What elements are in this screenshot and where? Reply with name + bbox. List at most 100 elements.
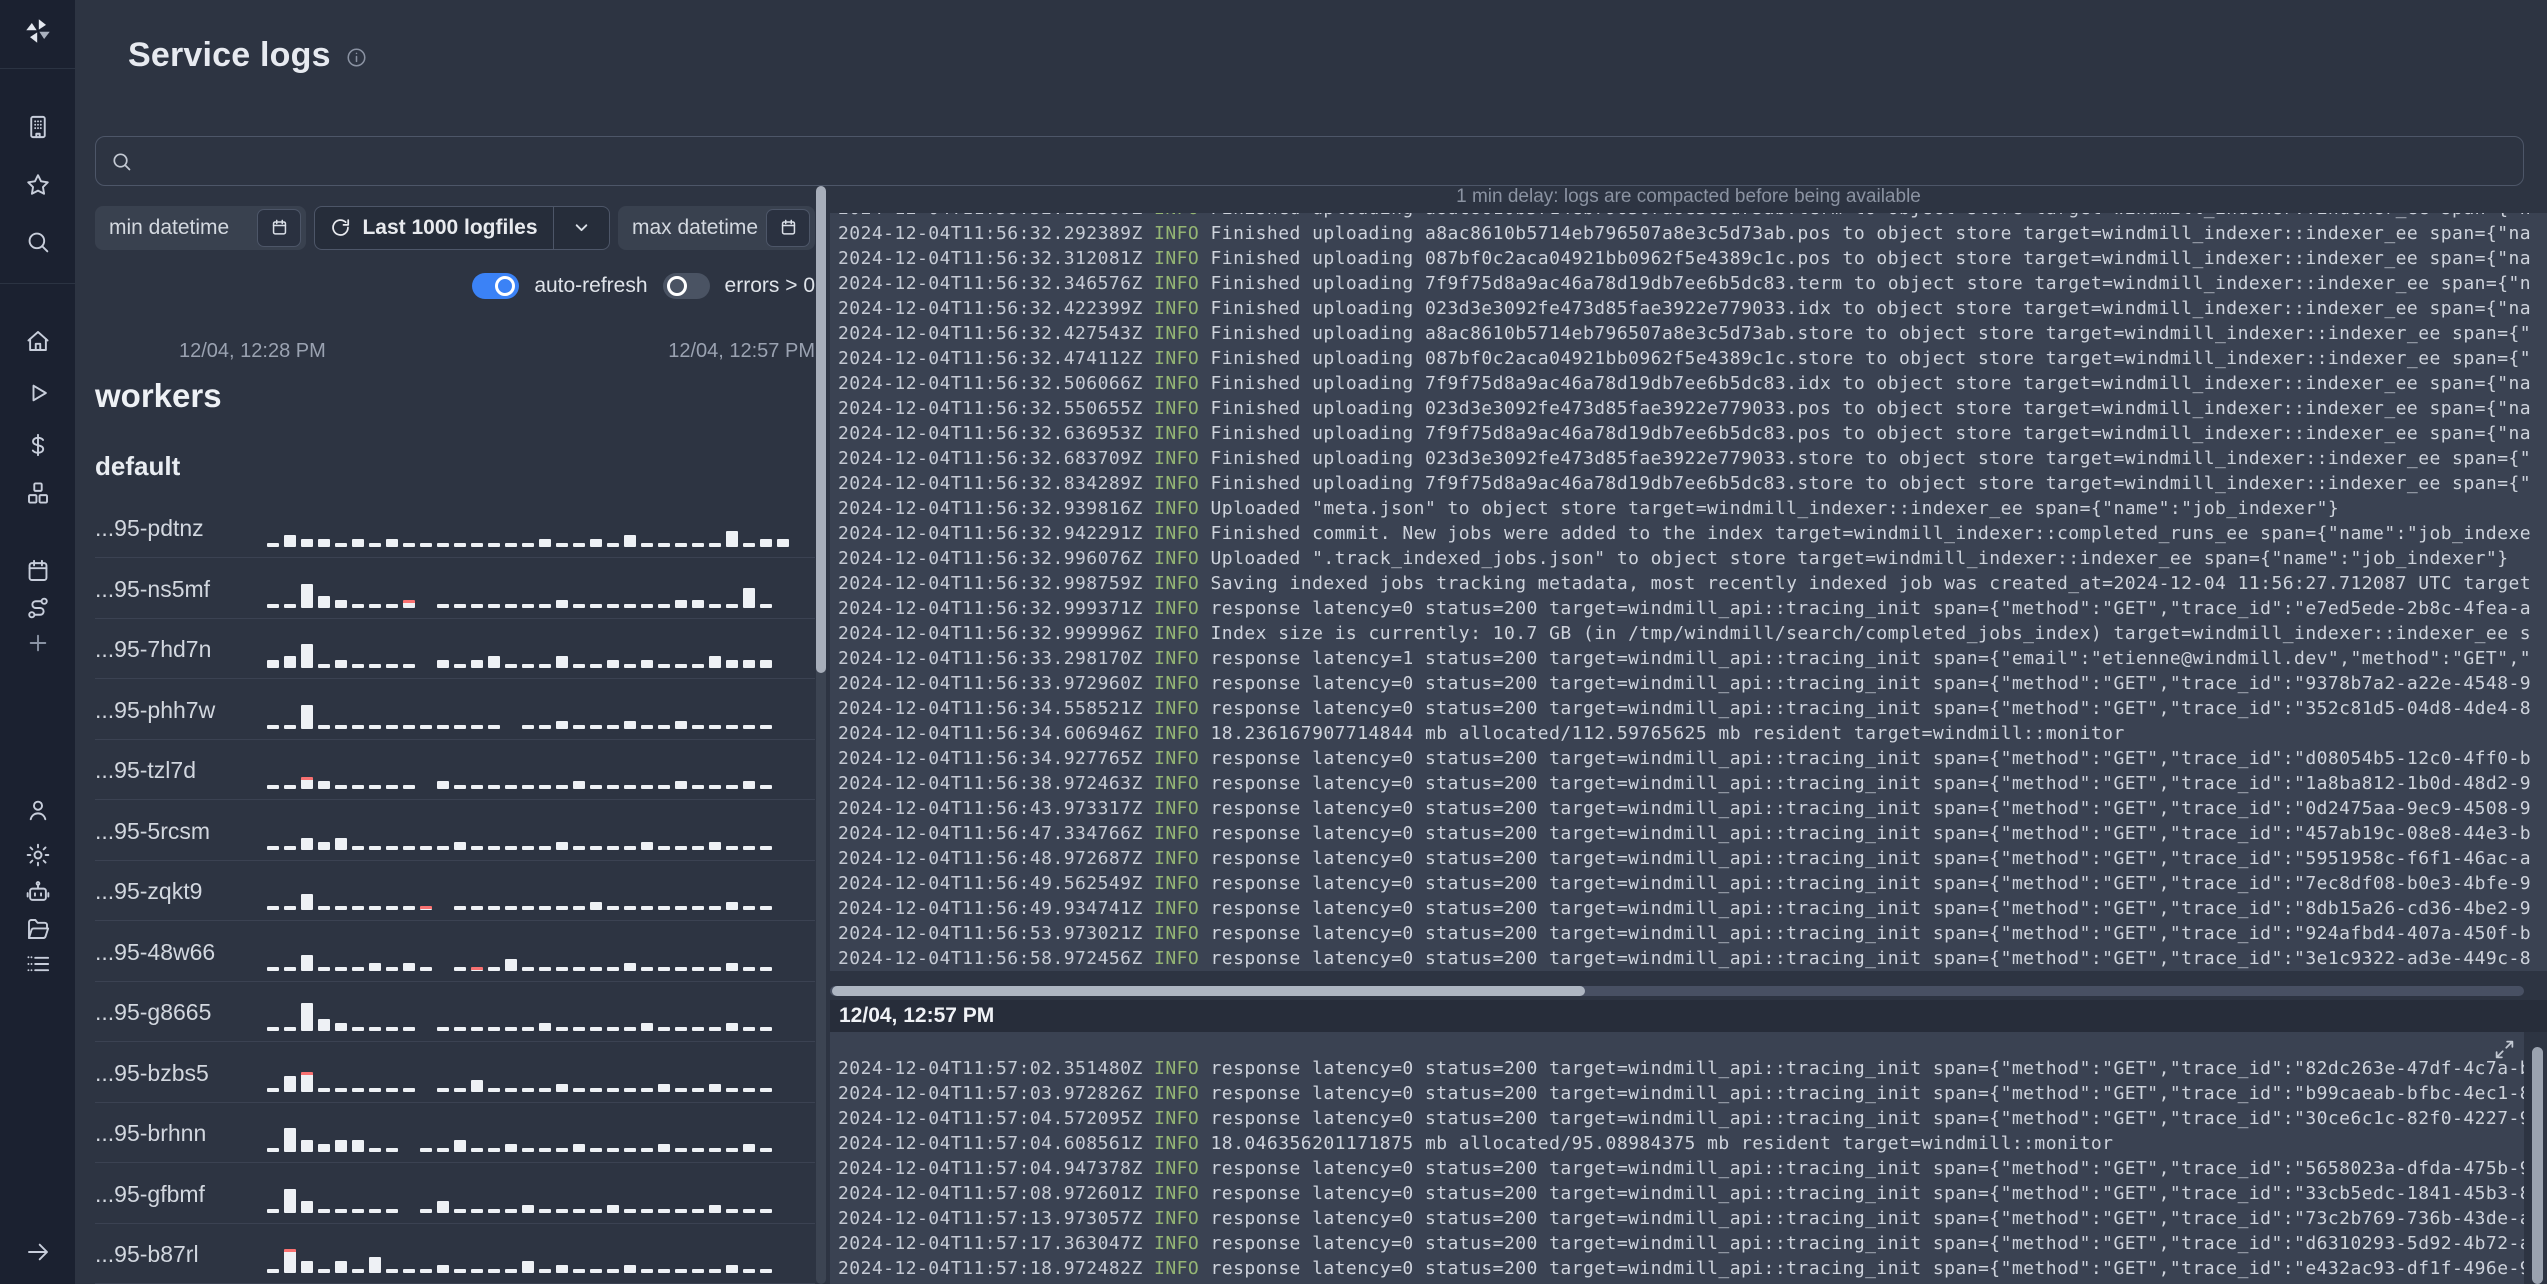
play-icon[interactable] (24, 380, 51, 407)
min-datetime-calendar-button[interactable] (257, 208, 301, 247)
logfiles-dropdown-button[interactable] (554, 207, 609, 249)
activity-bar (709, 656, 721, 668)
activity-bar (607, 603, 619, 608)
right-scrollbar-thumb[interactable] (2532, 1047, 2543, 1284)
activity-bar (386, 845, 398, 850)
activity-bar (471, 1269, 483, 1273)
activity-bar (624, 845, 636, 850)
worker-row[interactable]: ...95-5rcsm (95, 800, 815, 861)
toggle-knob (666, 275, 687, 296)
log-timestamp: 2024-12-04T11:56:53.973021Z (838, 923, 1155, 944)
search-input[interactable] (143, 149, 2509, 173)
horizontal-scrollbar[interactable] (830, 986, 2524, 996)
star-icon[interactable] (24, 172, 51, 199)
calendar-icon[interactable] (24, 558, 51, 585)
log-timestamp: 2024-12-04T11:56:32.550655Z (838, 398, 1155, 419)
auto-refresh-toggle[interactable] (472, 272, 520, 299)
activity-bar (403, 845, 415, 850)
worker-row[interactable]: ...95-tzl7d (95, 740, 815, 800)
activity-bar (522, 1148, 534, 1152)
folder-icon[interactable] (24, 916, 51, 943)
left-scrollbar[interactable] (816, 186, 826, 1284)
left-scrollbar-thumb[interactable] (816, 186, 826, 673)
activity-bar (284, 906, 296, 910)
worker-activity-sparkline (267, 861, 815, 921)
max-datetime-field[interactable]: max datetime (618, 206, 815, 250)
activity-bar (471, 543, 483, 547)
activity-bar (641, 1269, 653, 1273)
log-timestamp: 2024-12-04T11:57:17.363047Z (838, 1233, 1155, 1254)
worker-row[interactable]: ...95-g8665 (95, 982, 815, 1042)
log-line: 2024-12-04T11:57:02.351480Z INFO respons… (838, 1056, 2524, 1081)
log-line: 2024-12-04T11:56:32.834289Z INFO Finishe… (838, 471, 2547, 496)
expand-icon[interactable] (2494, 1039, 2515, 1060)
worker-row[interactable]: ...95-phh7w (95, 679, 815, 740)
worker-row[interactable]: ...95-48w66 (95, 921, 815, 982)
log-timestamp: 2024-12-04T11:57:08.972601Z (838, 1183, 1155, 1204)
activity-bar (454, 1087, 466, 1092)
log-timestamp: 2024-12-04T11:56:34.558521Z (838, 698, 1155, 719)
activity-bar (556, 543, 568, 547)
max-datetime-calendar-button[interactable] (766, 208, 810, 247)
worker-row[interactable]: ...95-bzbs5 (95, 1042, 815, 1103)
user-icon[interactable] (24, 797, 51, 824)
gear-icon[interactable] (24, 842, 51, 869)
arrow-right-icon[interactable] (24, 1239, 51, 1266)
log-timestamp: 2024-12-04T11:56:32.474112Z (838, 348, 1155, 369)
activity-bar (709, 603, 721, 608)
log-line: 2024-12-04T11:56:32.998759Z INFO Saving … (838, 571, 2547, 596)
errors-toggle[interactable] (662, 272, 710, 299)
plus-icon[interactable] (24, 630, 51, 657)
max-datetime-placeholder: max datetime (632, 215, 759, 239)
activity-bar (658, 966, 670, 971)
activity-bar (420, 906, 432, 910)
worker-name: ...95-gfbmf (95, 1180, 205, 1207)
log-line: 2024-12-04T11:56:32.427543Z INFO Finishe… (838, 321, 2547, 346)
building-icon[interactable] (24, 114, 51, 141)
activity-bar (335, 1023, 347, 1031)
worker-activity-sparkline (267, 1042, 815, 1102)
activity-bar (692, 543, 704, 547)
right-scrollbar[interactable] (2532, 1047, 2543, 1284)
info-icon[interactable] (345, 46, 368, 69)
activity-bar (760, 1208, 772, 1213)
worker-row[interactable]: ...95-brhnn (95, 1103, 815, 1163)
activity-bar (471, 785, 483, 789)
worker-name: ...95-phh7w (95, 696, 216, 723)
search-icon[interactable] (24, 229, 51, 256)
log-level: INFO (1154, 473, 1200, 494)
boxes-icon[interactable] (24, 480, 51, 507)
activity-bar (386, 1269, 398, 1273)
activity-bar (590, 664, 602, 668)
worker-row[interactable]: ...95-gfbmf (95, 1163, 815, 1224)
activity-bar (641, 724, 653, 729)
activity-bar (573, 603, 585, 608)
activity-bar (488, 724, 500, 729)
dollar-icon[interactable] (24, 432, 51, 459)
activity-bar (267, 1208, 279, 1213)
activity-bar (369, 1087, 381, 1092)
activity-bar (726, 902, 738, 910)
activity-bar (505, 726, 517, 729)
min-datetime-field[interactable]: min datetime (95, 206, 306, 250)
sidebar-divider (0, 68, 75, 69)
activity-bar (607, 1204, 619, 1213)
list-icon[interactable] (24, 951, 51, 978)
activity-bar (437, 1200, 449, 1213)
worker-row[interactable]: ...95-zqkt9 (95, 861, 815, 921)
search-box[interactable] (95, 136, 2524, 186)
bot-icon[interactable] (24, 879, 51, 906)
home-icon[interactable] (24, 328, 51, 355)
worker-row[interactable]: ...95-7hd7n (95, 619, 815, 679)
activity-bar (743, 1087, 755, 1092)
worker-row[interactable]: ...95-b87rl (95, 1224, 815, 1284)
activity-bar (437, 1027, 449, 1031)
worker-row[interactable]: ...95-ns5mf (95, 558, 815, 619)
route-icon[interactable] (24, 595, 51, 622)
worker-list: ...95-pdtnz ...95-ns5mf ...95-7hd7n ...95-p… (95, 498, 815, 1284)
refresh-logfiles-button[interactable]: Last 1000 logfiles (315, 207, 553, 249)
worker-row[interactable]: ...95-pdtnz (95, 498, 815, 558)
windmill-logo-icon[interactable] (22, 15, 54, 47)
log-timestamp: 2024-12-04T11:56:32.834289Z (838, 473, 1155, 494)
horizontal-scrollbar-thumb[interactable] (832, 986, 1585, 996)
